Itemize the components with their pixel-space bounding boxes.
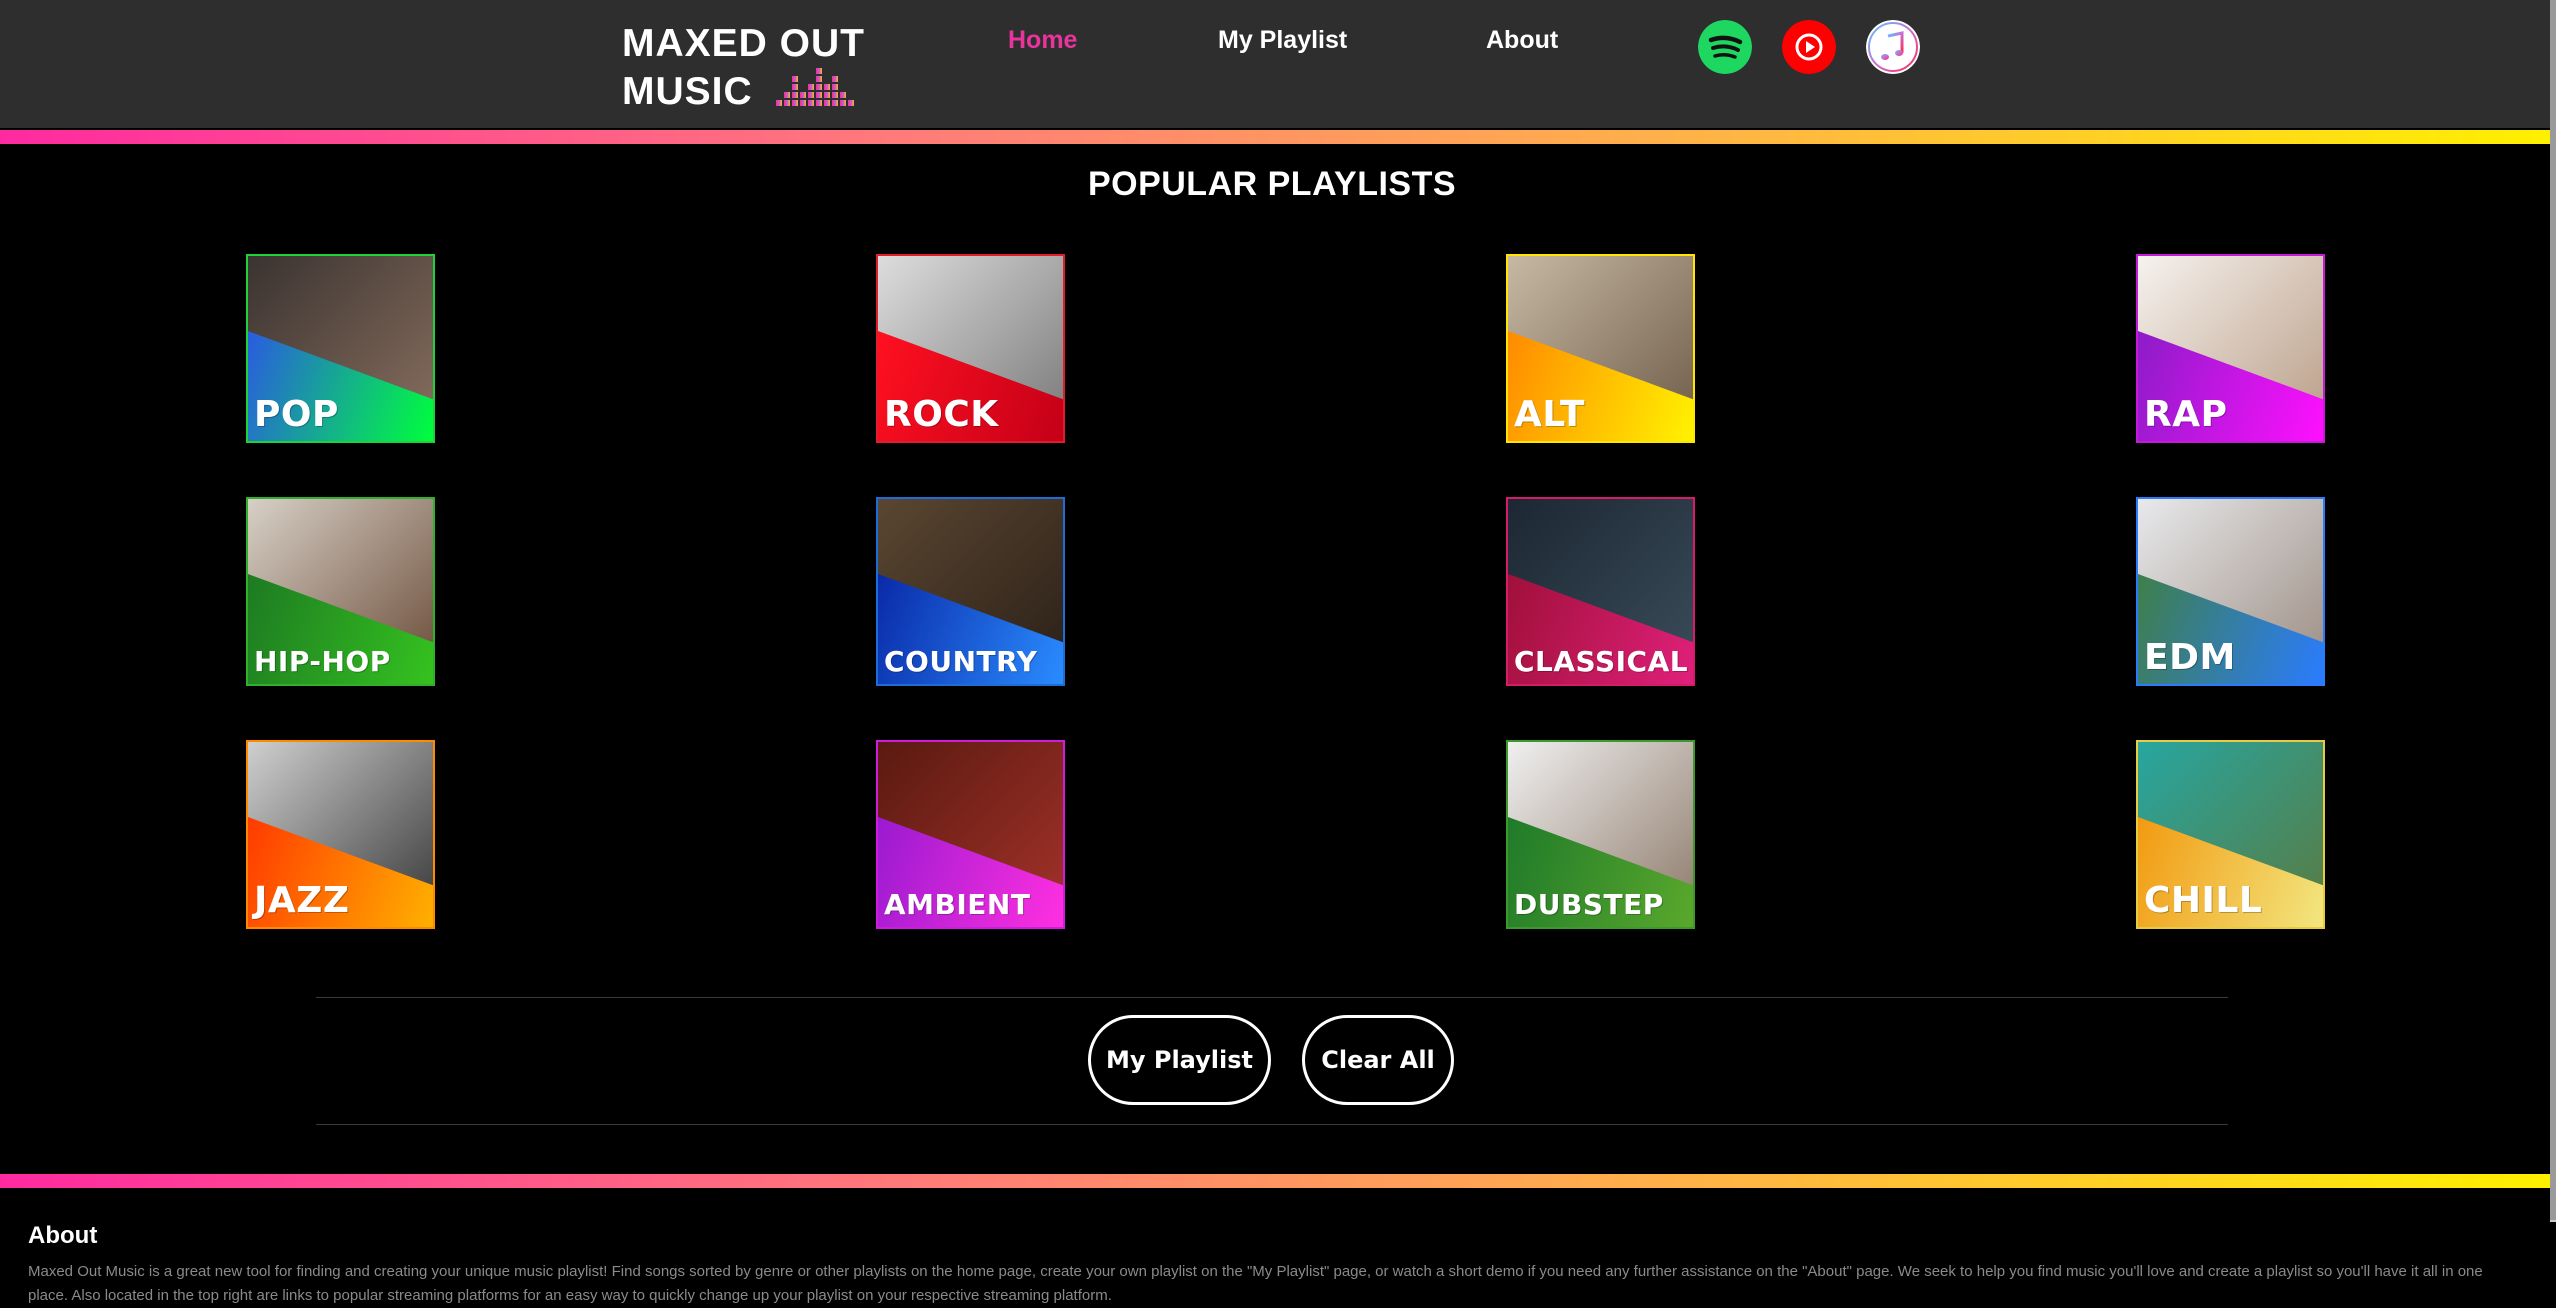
clear-all-button[interactable]: Clear All [1302, 1015, 1454, 1105]
scrollbar[interactable] [2550, 0, 2556, 1222]
logo-text-line1: MAXED OUT [622, 22, 865, 65]
spotify-icon[interactable] [1698, 20, 1752, 74]
footer-title: About [28, 1222, 98, 1249]
playlist-tile-alt[interactable]: ALT [1506, 254, 1695, 443]
playlist-label: POP [254, 394, 339, 435]
logo[interactable]: MAXED OUT MUSIC [622, 22, 872, 112]
section-title: POPULAR PLAYLISTS [1087, 165, 1457, 203]
playlist-tile-jazz[interactable]: JAZZ [246, 740, 435, 929]
nav-home[interactable]: Home [1008, 26, 1077, 55]
playlist-label: EDM [2144, 637, 2236, 678]
playlist-tile-pop[interactable]: POP [246, 254, 435, 443]
playlist-tile-ambient[interactable]: AMBIENT [876, 740, 1065, 929]
playlist-tile-edm[interactable]: EDM [2136, 497, 2325, 686]
divider-bottom [316, 1124, 2228, 1125]
playlist-tile-rock[interactable]: ROCK [876, 254, 1065, 443]
playlist-label: CHILL [2144, 880, 2263, 921]
playlist-tile-chill[interactable]: CHILL [2136, 740, 2325, 929]
playlist-tile-country[interactable]: COUNTRY [876, 497, 1065, 686]
playlist-label: COUNTRY [884, 645, 1038, 678]
header-gradient-bar [0, 130, 2550, 144]
apple-music-icon[interactable] [1866, 20, 1920, 74]
divider-top [316, 997, 2228, 998]
my-playlist-button[interactable]: My Playlist [1088, 1015, 1271, 1105]
playlist-label: HIP-HOP [254, 645, 391, 678]
playlist-tile-hip-hop[interactable]: HIP-HOP [246, 497, 435, 686]
site-header: MAXED OUT MUSIC Home My Playlist About [0, 0, 2550, 128]
playlist-label: RAP [2144, 394, 2228, 435]
playlist-tile-rap[interactable]: RAP [2136, 254, 2325, 443]
playlist-label: ROCK [884, 394, 999, 435]
equalizer-icon [776, 68, 854, 106]
playlist-label: ALT [1514, 394, 1585, 435]
nav-my-playlist[interactable]: My Playlist [1218, 26, 1347, 55]
playlist-label: DUBSTEP [1514, 888, 1664, 921]
youtube-icon[interactable] [1782, 20, 1836, 74]
nav-about[interactable]: About [1486, 26, 1558, 55]
playlist-tile-classical[interactable]: CLASSICAL [1506, 497, 1695, 686]
playlist-label: CLASSICAL [1514, 645, 1689, 678]
playlist-label: JAZZ [254, 880, 350, 921]
footer-gradient-bar [0, 1174, 2550, 1188]
logo-text-line2: MUSIC [622, 70, 753, 113]
playlist-label: AMBIENT [884, 888, 1031, 921]
playlist-tile-dubstep[interactable]: DUBSTEP [1506, 740, 1695, 929]
